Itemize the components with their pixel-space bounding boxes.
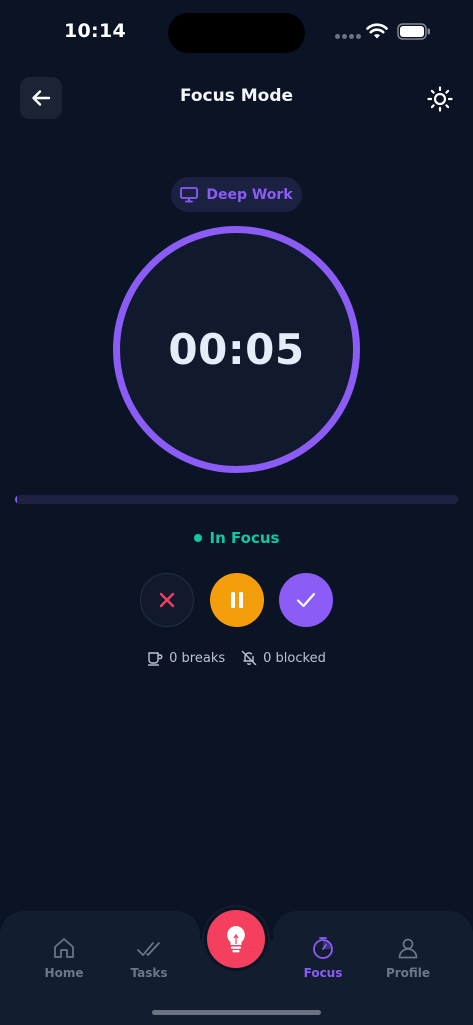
focus-status: In Focus	[0, 529, 473, 547]
timer-icon	[313, 937, 333, 959]
home-indicator	[152, 1010, 321, 1015]
focus-screen: 10:14 Focus Mode Deep Work 00:05 In Focu…	[0, 0, 473, 1025]
cancel-session-button[interactable]	[140, 573, 194, 627]
mode-chip[interactable]: Deep Work	[171, 177, 302, 212]
dynamic-island	[168, 13, 305, 53]
nav-item-tasks[interactable]: Tasks	[114, 936, 184, 980]
pause-icon	[231, 592, 243, 608]
breaks-count: 0 breaks	[169, 650, 226, 666]
cellular-signal-icon	[335, 34, 361, 40]
breaks-stat: 0 breaks	[147, 650, 225, 666]
lightbulb-icon	[227, 926, 245, 953]
blocked-count: 0 blocked	[263, 650, 326, 666]
complete-session-button[interactable]	[279, 573, 333, 627]
timer-value: 00:05	[168, 325, 305, 374]
session-progress-fill	[15, 495, 17, 504]
session-stats: 0 breaks 0 blocked	[0, 650, 473, 666]
mode-chip-label: Deep Work	[206, 186, 293, 203]
sun-icon	[427, 86, 453, 112]
blocked-stat: 0 blocked	[241, 650, 326, 666]
nav-label-profile: Profile	[385, 966, 431, 980]
focus-status-label: In Focus	[209, 529, 280, 547]
check-icon	[296, 592, 316, 608]
timer-ring: 00:05	[113, 226, 360, 473]
home-icon	[54, 938, 74, 958]
pause-button[interactable]	[210, 573, 264, 627]
close-icon	[159, 592, 175, 608]
battery-icon	[397, 23, 430, 40]
monitor-icon	[180, 186, 199, 202]
wifi-icon	[366, 23, 388, 39]
status-time: 10:14	[64, 20, 126, 42]
user-icon	[398, 938, 418, 959]
page-title: Focus Mode	[179, 86, 294, 106]
idea-fab-button[interactable]	[204, 907, 268, 971]
session-progress-bar	[15, 495, 458, 504]
status-bar: 10:14	[0, 0, 473, 64]
nav-item-profile[interactable]: Profile	[373, 936, 443, 980]
nav-item-home[interactable]: Home	[29, 936, 99, 980]
checks-icon	[137, 942, 160, 956]
status-dot	[193, 534, 202, 542]
nav-label-tasks: Tasks	[130, 966, 168, 980]
bell-off-icon	[241, 650, 257, 666]
nav-label-home: Home	[44, 966, 84, 980]
nav-label-focus: Focus	[303, 966, 343, 980]
theme-toggle-button[interactable]	[424, 83, 456, 115]
coffee-cup-icon	[148, 651, 163, 666]
nav-item-focus[interactable]: Focus	[288, 936, 358, 980]
